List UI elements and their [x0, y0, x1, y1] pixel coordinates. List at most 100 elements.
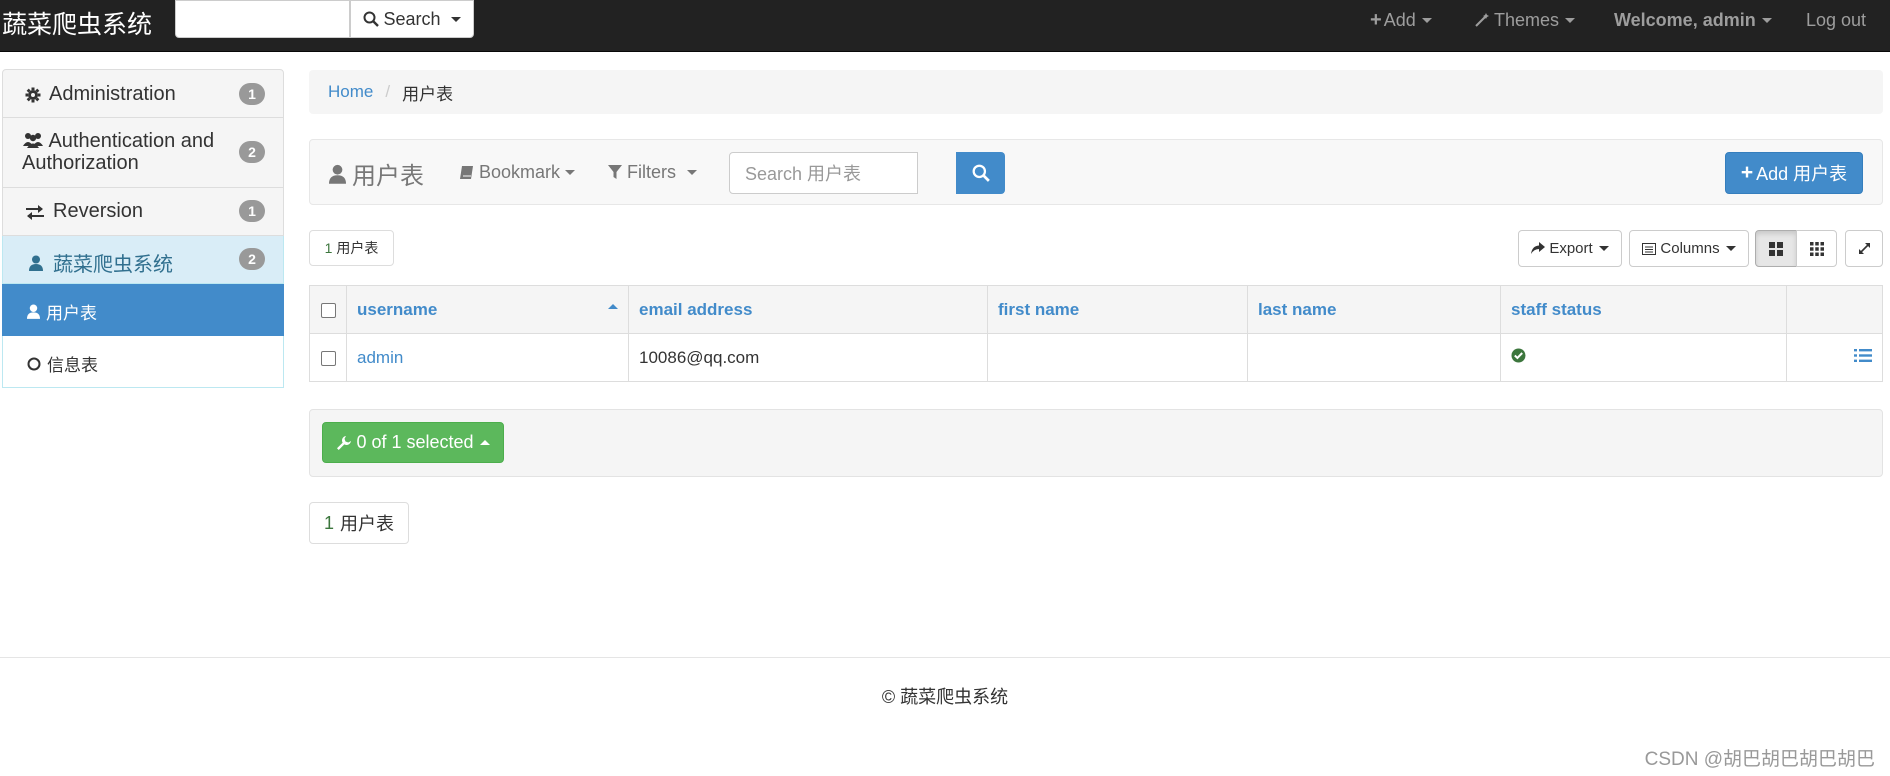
breadcrumb-separator: / [385, 82, 391, 101]
sidebar-subitem-info[interactable]: 信息表 [2, 336, 284, 388]
column-header-actions [1786, 285, 1883, 334]
nav-user-menu[interactable]: Welcome, admin [1614, 0, 1772, 40]
filters-menu[interactable]: Filters [608, 162, 697, 183]
bulk-actions-label: 0 of 1 selected [356, 432, 474, 452]
footer: © 蔬菜爬虫系统 [881, 687, 1009, 707]
results-table: username email address first name last n… [309, 285, 1883, 382]
result-count: 1 用户表 [309, 230, 394, 266]
chevron-down-icon [1761, 17, 1772, 23]
column-header-label: username [357, 299, 438, 319]
top-navbar: 蔬菜爬虫系统 Search + Add Themes Welcome, admi… [0, 0, 1890, 52]
column-header-label: email address [639, 299, 753, 319]
sidebar-item-app-group[interactable]: 蔬菜爬虫系统 2 [2, 236, 284, 284]
watermark: CSDN @胡巴胡巴胡巴胡巴 [1644, 749, 1875, 770]
search-icon [363, 11, 380, 27]
fullscreen-button[interactable] [1845, 230, 1883, 267]
column-header-label: first name [998, 299, 1080, 319]
view-large-grid-button[interactable] [1755, 230, 1797, 267]
user-icon [329, 164, 346, 184]
exchange-icon [26, 204, 44, 220]
list-icon[interactable] [1854, 348, 1872, 363]
select-all-checkbox[interactable] [320, 302, 336, 318]
breadcrumb: Home / 用户表 [309, 70, 1883, 114]
column-header-last-name[interactable]: last name [1247, 285, 1501, 334]
circle-icon [27, 357, 41, 370]
breadcrumb-current: 用户表 [402, 84, 454, 104]
page-title: 用户表 [329, 156, 424, 191]
column-header-email[interactable]: email address [628, 285, 988, 334]
content-toolbar: 用户表 Bookmark Filters Search 用户表 + Add 用户… [309, 139, 1883, 205]
bookmark-menu[interactable]: Bookmark [459, 162, 576, 183]
sidebar-item-label: 蔬菜爬虫系统 [53, 254, 173, 276]
result-count-number: 1 [324, 240, 333, 256]
sidebar-item-reversion[interactable]: Reversion 1 [2, 188, 284, 236]
view-small-grid-button[interactable] [1796, 230, 1837, 267]
search-button[interactable] [956, 152, 1005, 194]
bulk-actions-bar: 0 of 1 selected [309, 409, 1883, 477]
user-icon [29, 255, 43, 271]
nav-add-label: Add [1383, 9, 1416, 30]
count-badge: 2 [239, 141, 265, 163]
page-title-label: 用户表 [352, 163, 424, 190]
user-icon [27, 304, 40, 319]
bulk-actions-button[interactable]: 0 of 1 selected [322, 422, 504, 463]
plus-icon: + [1370, 8, 1382, 31]
nav-search-input[interactable] [175, 0, 350, 38]
bookmark-label: Bookmark [479, 162, 561, 182]
column-header-first-name[interactable]: first name [987, 285, 1248, 334]
sidebar-subitem-users[interactable]: 用户表 [2, 284, 284, 336]
footer-divider [0, 657, 1890, 658]
columns-label: Columns [1660, 240, 1720, 257]
sidebar-subitem-label: 信息表 [47, 356, 98, 375]
chevron-down-icon [1598, 246, 1609, 251]
users-icon [23, 133, 43, 148]
count-badge: 1 [239, 200, 265, 222]
sidebar-item-administration[interactable]: Administration 1 [2, 69, 284, 118]
brand-title[interactable]: 蔬菜爬虫系统 [2, 5, 152, 41]
plus-icon: + [1740, 161, 1754, 184]
search-input[interactable]: Search 用户表 [729, 152, 918, 194]
sidebar-item-label: Administration [49, 83, 176, 105]
result-count-number: 1 [323, 512, 334, 533]
column-header-label: last name [1258, 299, 1337, 319]
chevron-down-icon [687, 170, 697, 175]
th-large-icon [1769, 241, 1783, 256]
nav-search-button[interactable]: Search [350, 0, 474, 38]
sort-asc-icon[interactable] [608, 304, 618, 309]
columns-button[interactable]: Columns [1629, 230, 1749, 267]
column-header-username[interactable]: username [346, 285, 629, 334]
sidebar-item-label: Reversion [53, 200, 144, 222]
chevron-down-icon [1725, 246, 1736, 251]
column-header-label: staff status [1511, 299, 1602, 319]
nav-search-label: Search [383, 8, 441, 29]
add-user-label: Add 用户表 [1756, 164, 1848, 184]
row-checkbox[interactable] [320, 350, 336, 366]
row-select-cell [309, 333, 347, 382]
email-cell: 10086@qq.com [628, 333, 988, 382]
chevron-down-icon [1421, 17, 1432, 23]
check-circle-icon [1511, 348, 1526, 362]
username-cell[interactable]: admin [346, 333, 629, 382]
nav-add-menu[interactable]: + Add [1370, 0, 1432, 40]
book-icon [460, 166, 473, 179]
staff-status-cell [1500, 333, 1787, 382]
export-button[interactable]: Export [1518, 230, 1622, 267]
breadcrumb-home-link[interactable]: Home [328, 82, 373, 102]
nav-themes-menu[interactable]: Themes [1474, 0, 1576, 40]
logout-label: Log out [1806, 9, 1867, 30]
th-icon [1809, 241, 1824, 256]
sidebar-item-auth[interactable]: Authentication and Authorization 2 [2, 118, 284, 188]
chevron-down-icon [1565, 17, 1576, 23]
add-user-button[interactable]: + Add 用户表 [1725, 152, 1863, 194]
nav-themes-label: Themes [1494, 9, 1560, 30]
filters-label: Filters [627, 162, 676, 182]
column-header-staff-status[interactable]: staff status [1500, 285, 1787, 334]
logout-link[interactable]: Log out [1806, 0, 1866, 40]
search-icon [972, 164, 990, 182]
sidebar-subitem-label: 用户表 [46, 304, 97, 323]
wrench-icon [337, 435, 352, 450]
gear-icon [25, 87, 41, 102]
result-count-label: 用户表 [340, 514, 394, 534]
row-actions-cell [1786, 333, 1883, 382]
expand-icon [1858, 243, 1870, 254]
